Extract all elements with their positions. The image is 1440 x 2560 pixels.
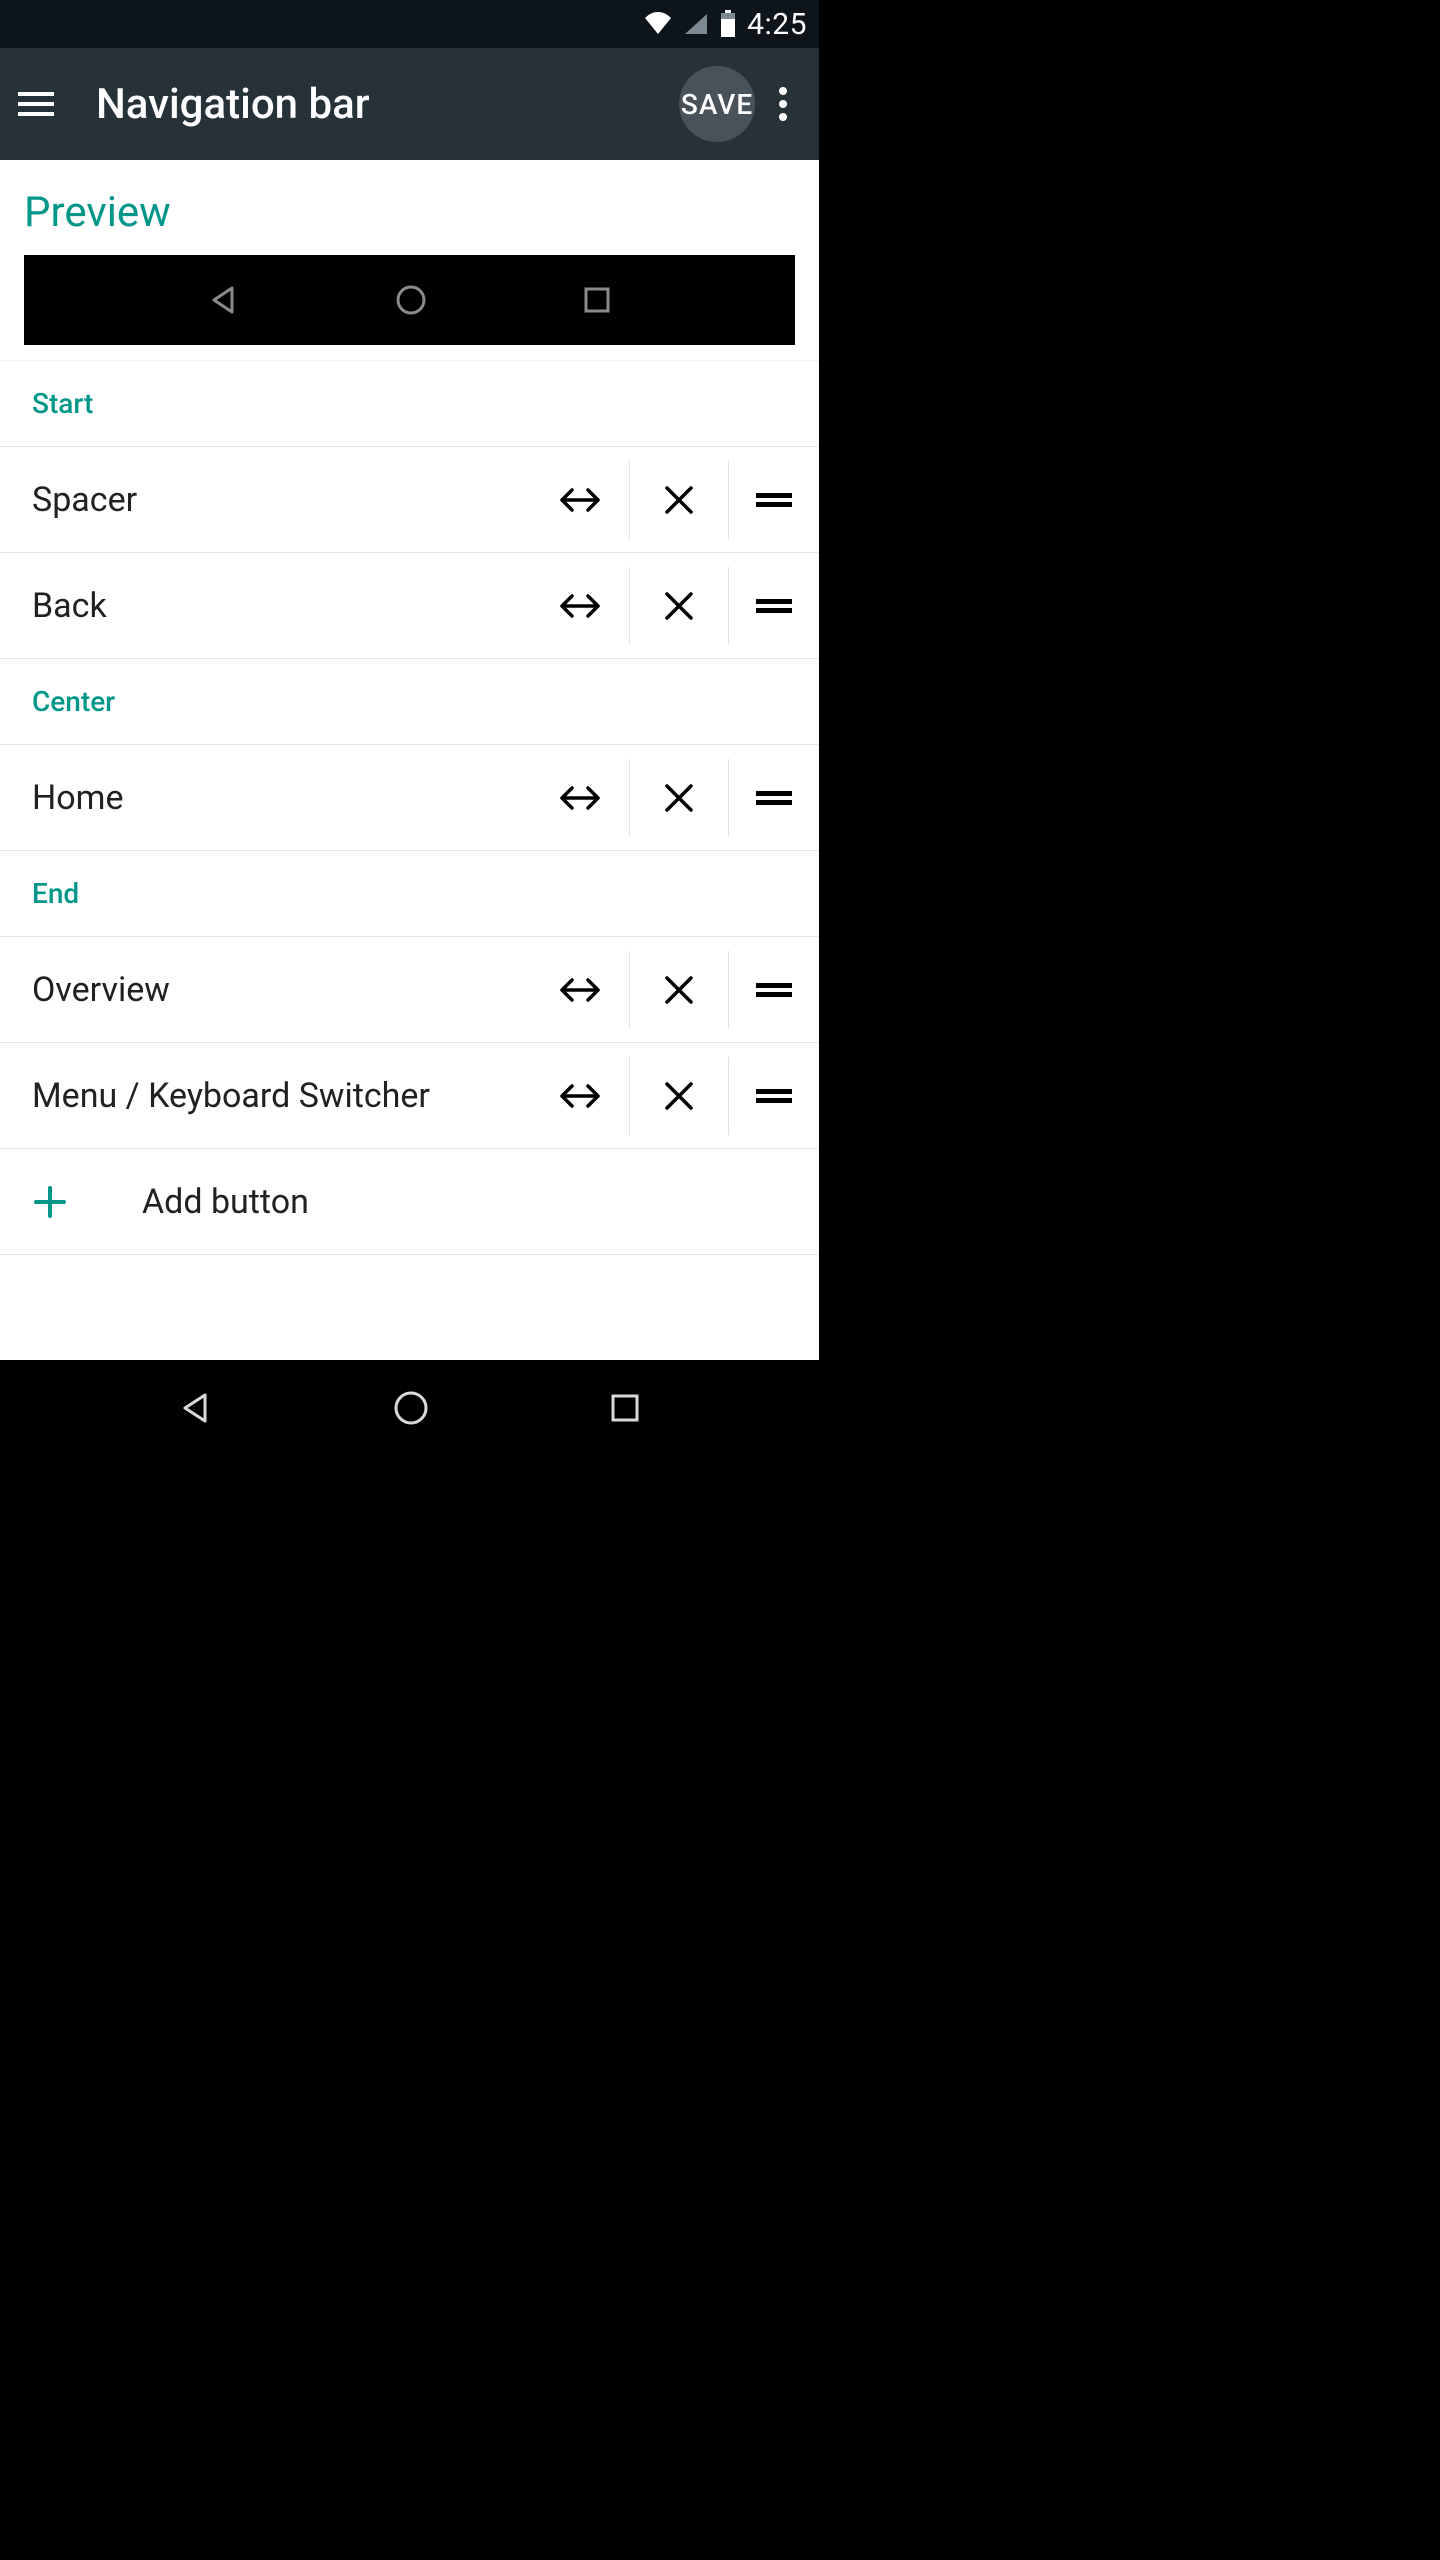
item-label: Home: [0, 778, 531, 818]
drag-handle-icon: [756, 1087, 792, 1105]
item-row-home: Home: [0, 745, 819, 851]
drag-handle-icon: [756, 789, 792, 807]
status-bar: 4:25: [0, 0, 819, 48]
item-row-back: Back: [0, 553, 819, 659]
width-button[interactable]: [531, 951, 629, 1029]
close-x-icon: [663, 590, 695, 622]
save-button[interactable]: SAVE: [679, 66, 755, 142]
drag-handle[interactable]: [729, 759, 819, 837]
plus-icon: [0, 1184, 100, 1220]
system-back-button[interactable]: [174, 1387, 216, 1429]
square-recents-icon: [580, 283, 614, 317]
horizontal-arrows-icon: [558, 488, 602, 512]
page-title: Navigation bar: [64, 80, 679, 129]
delete-button[interactable]: [630, 1057, 728, 1135]
item-row-menu-keyboard: Menu / Keyboard Switcher: [0, 1043, 819, 1149]
drag-handle[interactable]: [729, 1057, 819, 1135]
section-header-start: Start: [0, 361, 819, 447]
cell-signal-icon: [683, 12, 709, 36]
hamburger-icon: [18, 90, 54, 118]
status-time: 4:25: [747, 7, 807, 42]
add-button-label: Add button: [100, 1182, 309, 1222]
drag-handle[interactable]: [729, 951, 819, 1029]
system-nav-bar: [0, 1360, 819, 1456]
add-button-row[interactable]: Add button: [0, 1149, 819, 1255]
delete-button[interactable]: [630, 567, 728, 645]
width-button[interactable]: [531, 759, 629, 837]
item-label: Menu / Keyboard Switcher: [0, 1076, 531, 1116]
horizontal-arrows-icon: [558, 1084, 602, 1108]
delete-button[interactable]: [630, 951, 728, 1029]
wifi-icon: [643, 12, 673, 36]
preview-heading: Preview: [24, 188, 795, 237]
drag-handle[interactable]: [729, 461, 819, 539]
section-header-center: Center: [0, 659, 819, 745]
horizontal-arrows-icon: [558, 786, 602, 810]
close-x-icon: [663, 782, 695, 814]
system-recents-button[interactable]: [605, 1388, 645, 1428]
item-row-overview: Overview: [0, 937, 819, 1043]
item-label: Overview: [0, 970, 531, 1010]
triangle-back-icon: [205, 282, 241, 318]
overflow-button[interactable]: [755, 76, 811, 132]
horizontal-arrows-icon: [558, 594, 602, 618]
drawer-button[interactable]: [8, 76, 64, 132]
circle-home-icon: [393, 282, 429, 318]
close-x-icon: [663, 974, 695, 1006]
system-home-button[interactable]: [390, 1387, 432, 1429]
item-label: Back: [0, 586, 531, 626]
drag-handle-icon: [756, 981, 792, 999]
drag-handle-icon: [756, 491, 792, 509]
preview-section: Preview: [0, 160, 819, 345]
drag-handle-icon: [756, 597, 792, 615]
width-button[interactable]: [531, 567, 629, 645]
item-row-spacer: Spacer: [0, 447, 819, 553]
width-button[interactable]: [531, 461, 629, 539]
app-bar: Navigation bar SAVE: [0, 48, 819, 160]
width-button[interactable]: [531, 1057, 629, 1135]
divider: [0, 345, 819, 361]
navbar-preview: [24, 255, 795, 345]
section-header-end: End: [0, 851, 819, 937]
device-frame: 4:25 Navigation bar SAVE Preview: [0, 0, 819, 1456]
delete-button[interactable]: [630, 461, 728, 539]
overflow-icon: [779, 87, 787, 121]
drag-handle[interactable]: [729, 567, 819, 645]
battery-icon: [719, 10, 737, 38]
close-x-icon: [663, 484, 695, 516]
delete-button[interactable]: [630, 759, 728, 837]
content: Preview Start Spacer: [0, 160, 819, 1360]
close-x-icon: [663, 1080, 695, 1112]
horizontal-arrows-icon: [558, 978, 602, 1002]
item-label: Spacer: [0, 480, 531, 520]
